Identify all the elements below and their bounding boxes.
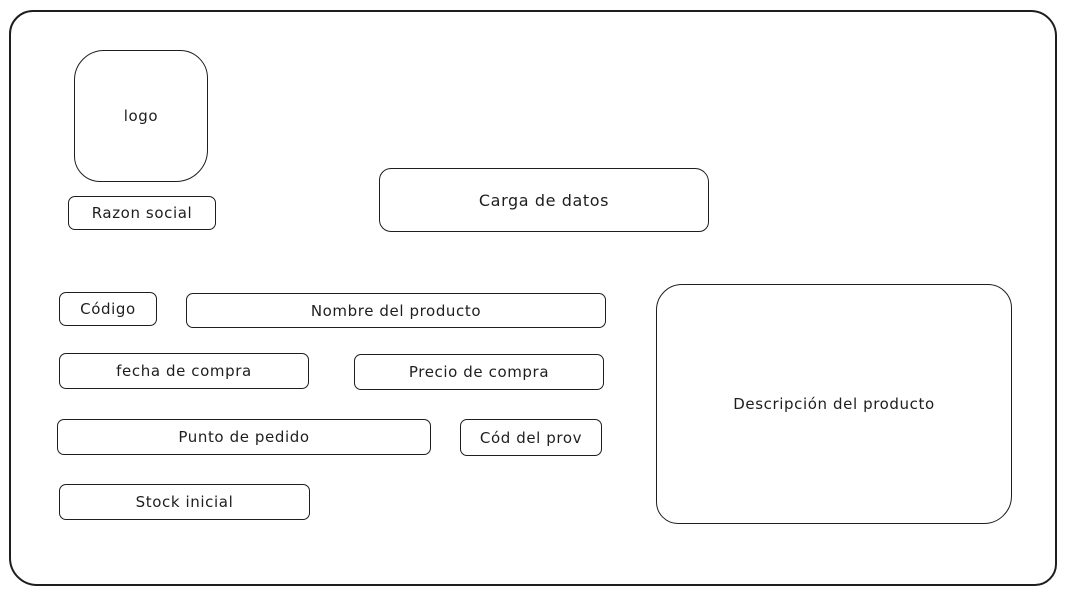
cod-prov-label: Cód del prov [479,428,583,447]
carga-de-datos-label: Carga de datos [478,190,610,210]
carga-de-datos-title: Carga de datos [379,168,709,232]
fecha-compra-label: fecha de compra [116,362,252,380]
nombre-producto-field[interactable]: Nombre del producto [186,293,606,328]
logo-placeholder: logo [74,50,208,182]
logo-label: logo [123,107,159,125]
codigo-label: Código [80,300,136,318]
codigo-field[interactable]: Código [59,292,157,326]
precio-compra-label: Precio de compra [408,363,550,381]
punto-pedido-label: Punto de pedido [178,428,310,446]
punto-pedido-field[interactable]: Punto de pedido [57,419,431,455]
descripcion-producto-label: Descripción del producto [733,395,935,413]
stock-inicial-field[interactable]: Stock inicial [59,484,310,520]
fecha-compra-field[interactable]: fecha de compra [59,353,309,389]
stock-inicial-label: Stock inicial [135,493,234,511]
cod-prov-field[interactable]: Cód del prov [460,419,602,456]
nombre-producto-label: Nombre del producto [310,301,482,320]
precio-compra-field[interactable]: Precio de compra [354,354,604,390]
razon-social-label: Razon social [91,204,193,222]
descripcion-producto-field[interactable]: Descripción del producto [656,284,1012,524]
razon-social-field[interactable]: Razon social [68,196,216,230]
